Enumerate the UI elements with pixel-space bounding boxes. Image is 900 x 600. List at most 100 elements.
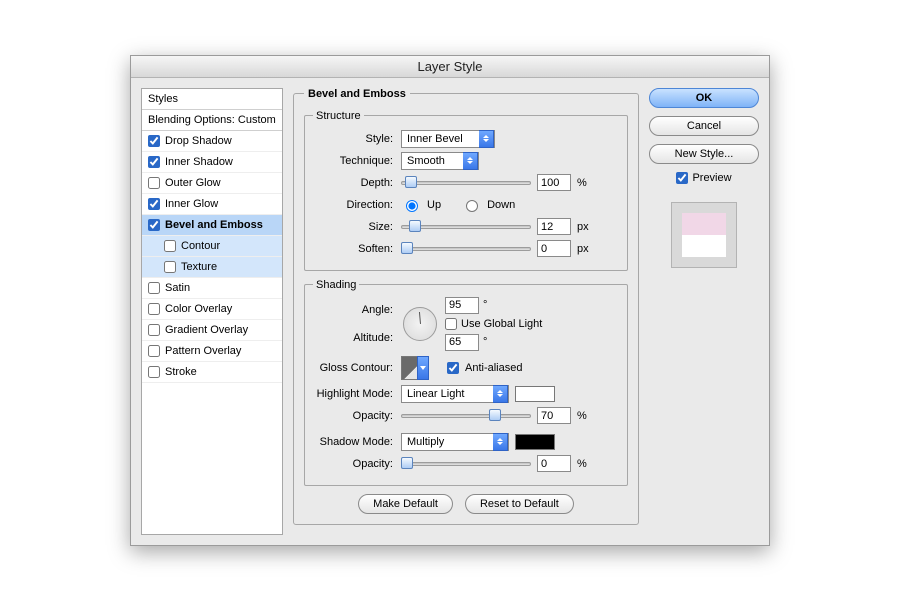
altitude-unit: ° — [483, 336, 487, 348]
style-label: Style: — [313, 133, 395, 145]
sidebar-item-checkbox[interactable] — [148, 198, 160, 210]
shading-legend: Shading — [313, 279, 359, 291]
sidebar-item-label: Contour — [181, 240, 220, 252]
preview-label: Preview — [692, 172, 731, 184]
sidebar-item-checkbox[interactable] — [148, 177, 160, 189]
preview-toggle[interactable]: Preview — [676, 172, 731, 184]
size-input[interactable] — [537, 218, 571, 235]
preview-thumbnail — [671, 202, 737, 268]
soften-input[interactable] — [537, 240, 571, 257]
sidebar-item-label: Color Overlay — [165, 303, 232, 315]
sidebar-item-texture[interactable]: Texture — [142, 257, 282, 278]
size-label: Size: — [313, 221, 395, 233]
styles-sidebar: Styles Blending Options: Custom Drop Sha… — [141, 88, 283, 535]
angle-label: Angle: — [313, 304, 395, 316]
new-style-button[interactable]: New Style... — [649, 144, 759, 164]
soften-slider[interactable] — [401, 242, 531, 256]
reset-to-default-button[interactable]: Reset to Default — [465, 494, 574, 514]
effect-panel: Bevel and Emboss Structure Style: Inner … — [293, 88, 639, 535]
gloss-contour-picker[interactable] — [401, 356, 429, 380]
sidebar-item-stroke[interactable]: Stroke — [142, 362, 282, 383]
size-unit: px — [577, 221, 589, 233]
shadow-mode-select[interactable]: Multiply — [401, 433, 509, 451]
shadow-mode-label: Shadow Mode: — [313, 436, 395, 448]
sidebar-item-checkbox[interactable] — [148, 156, 160, 168]
highlight-opacity-input[interactable] — [537, 407, 571, 424]
depth-input[interactable] — [537, 174, 571, 191]
sidebar-item-checkbox[interactable] — [148, 219, 160, 231]
direction-down-label: Down — [487, 199, 515, 211]
sidebar-item-label: Gradient Overlay — [165, 324, 248, 336]
angle-unit: ° — [483, 299, 487, 311]
shadow-opacity-input[interactable] — [537, 455, 571, 472]
sidebar-item-checkbox[interactable] — [148, 345, 160, 357]
shadow-mode-value: Multiply — [407, 436, 444, 448]
shadow-opacity-unit: % — [577, 458, 587, 470]
shadow-opacity-label: Opacity: — [313, 458, 395, 470]
cancel-button[interactable]: Cancel — [649, 116, 759, 136]
soften-label: Soften: — [313, 243, 395, 255]
sidebar-item-checkbox[interactable] — [164, 261, 176, 273]
depth-unit: % — [577, 177, 587, 189]
make-default-button[interactable]: Make Default — [358, 494, 453, 514]
direction-down-radio[interactable] — [466, 200, 478, 212]
preview-checkbox[interactable] — [676, 172, 688, 184]
ok-button[interactable]: OK — [649, 88, 759, 108]
direction-up-label: Up — [427, 199, 441, 211]
technique-select[interactable]: Smooth — [401, 152, 479, 170]
direction-up-radio[interactable] — [406, 200, 418, 212]
sidebar-item-checkbox[interactable] — [148, 324, 160, 336]
style-select[interactable]: Inner Bevel — [401, 130, 495, 148]
sidebar-header[interactable]: Styles — [142, 89, 282, 110]
sidebar-item-checkbox[interactable] — [164, 240, 176, 252]
sidebar-item-label: Outer Glow — [165, 177, 221, 189]
size-slider[interactable] — [401, 220, 531, 234]
shadow-color-swatch[interactable] — [515, 434, 555, 450]
direction-label: Direction: — [313, 199, 395, 211]
dialog-buttons: OK Cancel New Style... Preview — [649, 88, 759, 535]
soften-unit: px — [577, 243, 589, 255]
altitude-input[interactable] — [445, 334, 479, 351]
use-global-light-checkbox[interactable] — [445, 318, 457, 330]
dropdown-arrows-icon — [493, 385, 508, 403]
highlight-opacity-unit: % — [577, 410, 587, 422]
sidebar-item-bevel-and-emboss[interactable]: Bevel and Emboss — [142, 215, 282, 236]
layer-style-window: Layer Style Styles Blending Options: Cus… — [130, 55, 770, 546]
dropdown-arrows-icon — [493, 433, 508, 451]
depth-label: Depth: — [313, 177, 395, 189]
sidebar-item-label: Inner Shadow — [165, 156, 233, 168]
highlight-mode-select[interactable]: Linear Light — [401, 385, 509, 403]
sidebar-item-color-overlay[interactable]: Color Overlay — [142, 299, 282, 320]
blending-options-row[interactable]: Blending Options: Custom — [142, 110, 282, 131]
sidebar-item-checkbox[interactable] — [148, 282, 160, 294]
angle-dial[interactable] — [403, 307, 437, 341]
sidebar-item-checkbox[interactable] — [148, 303, 160, 315]
highlight-opacity-slider[interactable] — [401, 409, 531, 423]
sidebar-item-inner-shadow[interactable]: Inner Shadow — [142, 152, 282, 173]
structure-group: Structure Style: Inner Bevel Technique: … — [304, 110, 628, 271]
shadow-opacity-slider[interactable] — [401, 457, 531, 471]
anti-aliased-checkbox[interactable] — [447, 362, 459, 374]
sidebar-empty — [142, 383, 282, 439]
sidebar-item-label: Inner Glow — [165, 198, 218, 210]
sidebar-item-outer-glow[interactable]: Outer Glow — [142, 173, 282, 194]
sidebar-item-checkbox[interactable] — [148, 135, 160, 147]
sidebar-item-satin[interactable]: Satin — [142, 278, 282, 299]
panel-legend: Bevel and Emboss — [304, 88, 410, 100]
depth-slider[interactable] — [401, 176, 531, 190]
sidebar-item-inner-glow[interactable]: Inner Glow — [142, 194, 282, 215]
highlight-color-swatch[interactable] — [515, 386, 555, 402]
gloss-contour-label: Gloss Contour: — [313, 362, 395, 374]
angle-input[interactable] — [445, 297, 479, 314]
sidebar-item-contour[interactable]: Contour — [142, 236, 282, 257]
dropdown-arrows-icon — [463, 152, 478, 170]
window-content: Styles Blending Options: Custom Drop Sha… — [131, 78, 769, 545]
use-global-light-label: Use Global Light — [461, 318, 542, 330]
sidebar-item-checkbox[interactable] — [148, 366, 160, 378]
sidebar-item-pattern-overlay[interactable]: Pattern Overlay — [142, 341, 282, 362]
sidebar-item-gradient-overlay[interactable]: Gradient Overlay — [142, 320, 282, 341]
highlight-mode-value: Linear Light — [407, 388, 465, 400]
sidebar-item-drop-shadow[interactable]: Drop Shadow — [142, 131, 282, 152]
sidebar-item-label: Bevel and Emboss — [165, 219, 263, 231]
window-title: Layer Style — [131, 56, 769, 78]
